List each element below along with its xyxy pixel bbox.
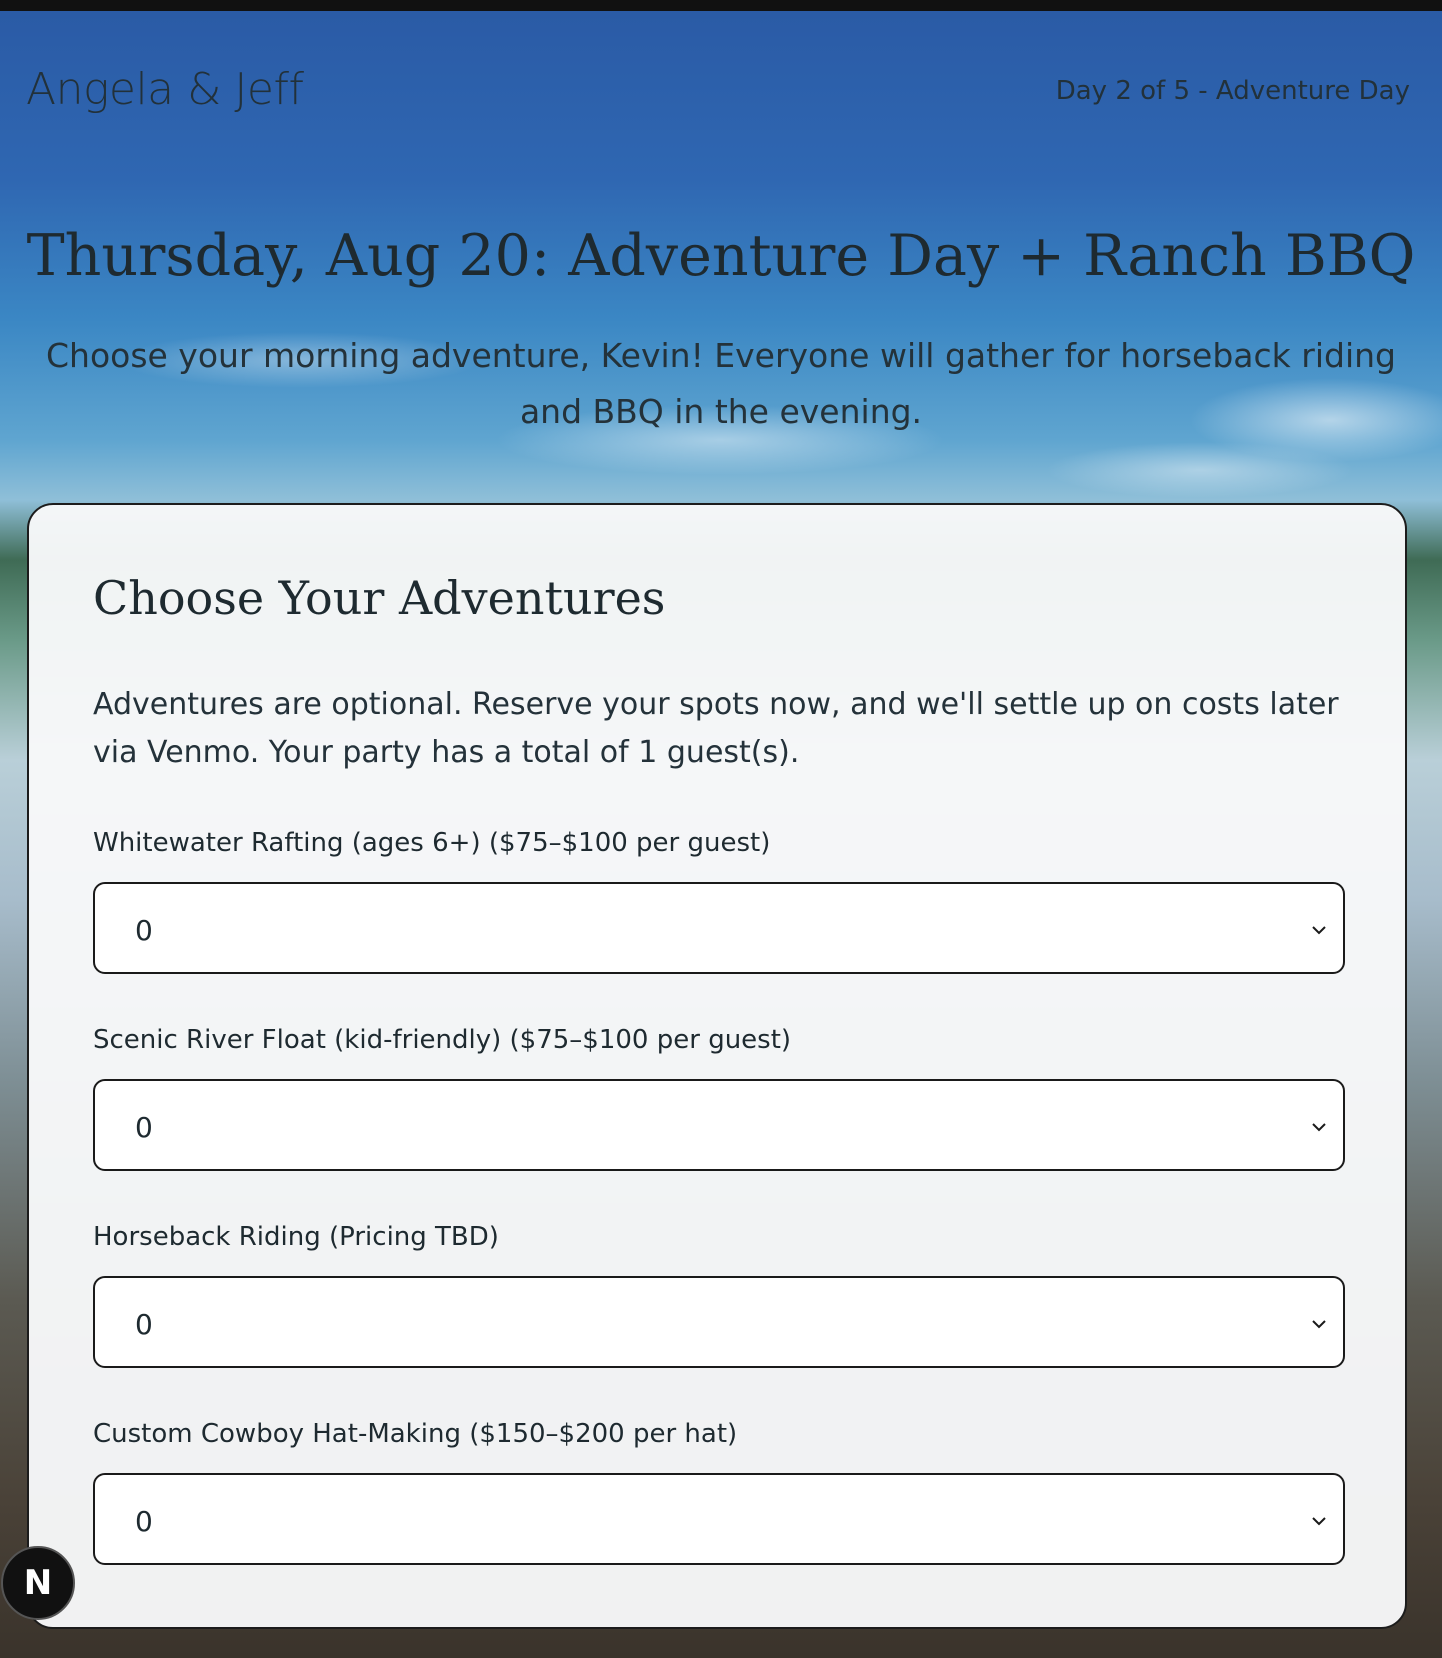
next-dev-badge[interactable]: N: [1, 1546, 75, 1620]
select-value: 0: [135, 1111, 153, 1144]
browser-top-edge: [0, 0, 1442, 11]
adventures-card: Choose Your Adventures Adventures are op…: [27, 503, 1407, 1629]
day-progress-label: Day 2 of 5 - Adventure Day: [1055, 76, 1410, 106]
hat-making-label: Custom Cowboy Hat-Making ($150–$200 per …: [93, 1419, 738, 1449]
chevron-down-icon: [1312, 926, 1326, 935]
horseback-select[interactable]: 0: [93, 1276, 1345, 1368]
site-brand[interactable]: Angela & Jeff: [26, 64, 304, 115]
river-float-label: Scenic River Float (kid-friendly) ($75–$…: [93, 1025, 792, 1055]
chevron-down-icon: [1312, 1517, 1326, 1526]
select-value: 0: [135, 1308, 153, 1341]
hat-making-select[interactable]: 0: [93, 1473, 1345, 1565]
select-value: 0: [135, 1505, 153, 1538]
rafting-select[interactable]: 0: [93, 882, 1345, 974]
horseback-label: Horseback Riding (Pricing TBD): [93, 1222, 499, 1252]
river-float-select[interactable]: 0: [93, 1079, 1345, 1171]
page-subtitle: Choose your morning adventure, Kevin! Ev…: [45, 336, 1396, 431]
page-title: Thursday, Aug 20: Adventure Day + Ranch …: [26, 223, 1416, 289]
chevron-down-icon: [1312, 1320, 1326, 1329]
card-title: Choose Your Adventures: [93, 571, 666, 625]
chevron-down-icon: [1312, 1123, 1326, 1132]
rafting-label: Whitewater Rafting (ages 6+) ($75–$100 p…: [93, 828, 771, 858]
select-value: 0: [135, 914, 153, 947]
card-intro-text: Adventures are optional. Reserve your sp…: [93, 687, 1339, 770]
